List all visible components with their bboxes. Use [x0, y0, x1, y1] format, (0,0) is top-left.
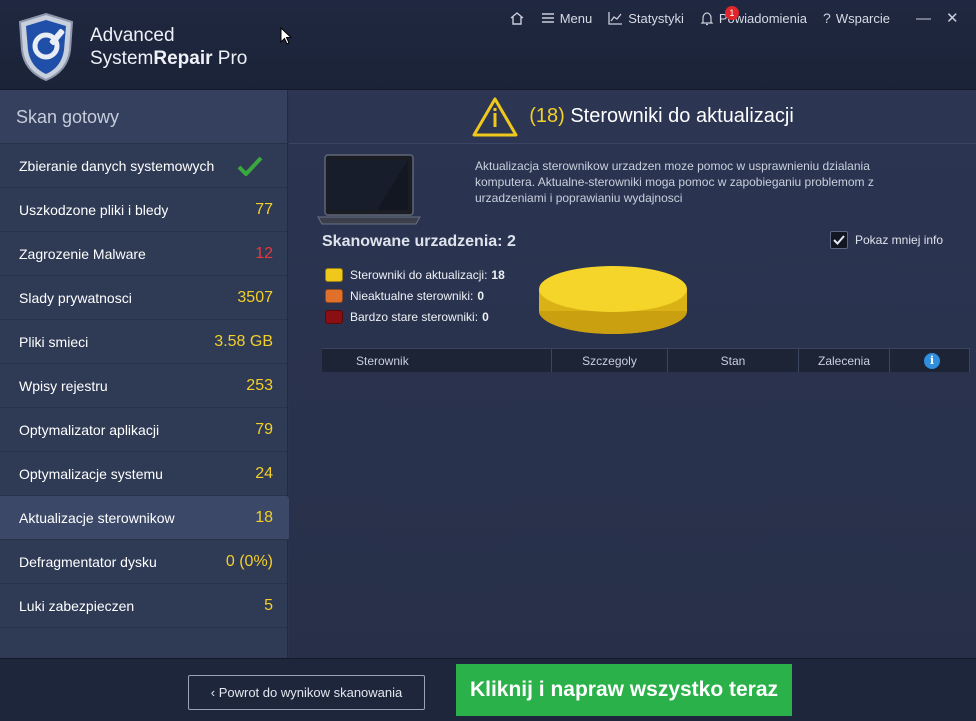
driver-pie-chart — [539, 266, 687, 334]
sidebar: Skan gotowy Zbieranie danych systemowych… — [0, 90, 307, 658]
support-button[interactable]: ? Wsparcie — [823, 10, 890, 26]
sidebar-item-registry[interactable]: Wpisy rejestru 253 — [0, 364, 287, 408]
menu-label: Menu — [559, 10, 593, 26]
sidebar-item-label: Slady prywatnosci — [19, 289, 132, 306]
footer: ‹ Powrot do wynikow skanowania Kliknij i… — [0, 658, 976, 721]
info-icon[interactable]: i — [924, 353, 940, 369]
sidebar-item-label: Defragmentator dysku — [19, 553, 157, 570]
legend-item-to-update: Sterowniki do aktualizacji: 18 — [325, 264, 505, 285]
sidebar-title: Skan gotowy — [0, 90, 287, 144]
chevron-left-icon: ‹ — [210, 685, 216, 700]
app-name: Advanced SystemRepair Pro — [90, 25, 248, 69]
sidebar-item-value: 3507 — [237, 288, 273, 306]
sidebar-item-value: 12 — [255, 244, 273, 262]
close-button[interactable]: ✕ — [946, 9, 976, 27]
support-label: Wsparcie — [835, 10, 890, 26]
legend-swatch — [325, 288, 343, 303]
col-details: Szczegoly — [552, 349, 668, 372]
menu-button[interactable]: Menu — [541, 10, 593, 26]
notification-badge: 1 — [724, 5, 739, 20]
sidebar-item-label: Optymalizacje systemu — [19, 465, 163, 482]
laptop-icon — [317, 154, 421, 225]
minimize-button[interactable]: — — [916, 10, 946, 27]
main-panel: (18) Sterowniki do aktualizacji Aktualiz… — [289, 90, 976, 658]
drivers-table-header: Sterownik Szczegoly Stan Zalecenia i — [322, 348, 970, 372]
legend-item-outdated: Nieaktualne sterowniki: 0 — [325, 285, 505, 306]
sidebar-item-value: 79 — [255, 420, 273, 438]
sidebar-item-label: Zagrozenie Malware — [19, 245, 146, 262]
fix-all-button[interactable]: Kliknij i napraw wszystko teraz — [456, 664, 792, 716]
legend-item-very-old: Bardzo stare sterowniki: 0 — [325, 306, 505, 327]
checkmark-icon — [833, 235, 845, 245]
top-navigation: Menu Statystyki 1 Powiadomienia ? Wsparc… — [493, 5, 976, 28]
chart-line-icon — [608, 12, 623, 25]
sidebar-item-damaged-files[interactable]: Uszkodzone pliki i bledy 77 — [0, 188, 287, 232]
sidebar-item-value: 77 — [255, 200, 273, 218]
bell-icon — [700, 11, 714, 25]
statistics-label: Statystyki — [628, 10, 684, 26]
sidebar-item-value: 5 — [264, 596, 273, 614]
statistics-button[interactable]: Statystyki — [608, 11, 684, 26]
description-text: Aktualizacja sterownikow urzadzen moze p… — [475, 159, 874, 205]
sidebar-item-app-optimizer[interactable]: Optymalizator aplikacji 79 — [0, 408, 287, 452]
mouse-cursor-icon — [280, 27, 292, 45]
check-icon — [237, 156, 263, 176]
sidebar-item-security-holes[interactable]: Luki zabezpieczen 5 — [0, 584, 287, 628]
notifications-button[interactable]: 1 Powiadomienia — [700, 5, 807, 26]
warning-icon — [472, 97, 518, 136]
sidebar-item-label: Wpisy rejestru — [19, 377, 108, 394]
sidebar-item-system-data[interactable]: Zbieranie danych systemowych — [0, 144, 287, 188]
sidebar-item-label: Pliki smieci — [19, 333, 89, 350]
sidebar-item-label: Zbieranie danych systemowych — [19, 157, 215, 174]
sidebar-item-junk-files[interactable]: Pliki smieci 3.58 GB — [0, 320, 287, 364]
sidebar-item-driver-updates[interactable]: Aktualizacje sterownikow 18 — [0, 496, 307, 540]
home-icon — [510, 11, 524, 25]
legend-swatch — [325, 309, 343, 324]
question-icon: ? — [823, 10, 831, 26]
col-status: Stan — [668, 349, 799, 372]
driver-count: (18) — [529, 105, 565, 127]
show-less-info-checkbox[interactable]: Pokaz mniej info — [830, 231, 943, 249]
col-driver: Sterownik — [322, 349, 552, 372]
sidebar-item-value: 18 — [255, 508, 273, 526]
sidebar-item-defragmenter[interactable]: Defragmentator dysku 0 (0%) — [0, 540, 287, 584]
sidebar-item-malware[interactable]: Zagrozenie Malware 12 — [0, 232, 287, 276]
sidebar-item-privacy[interactable]: Slady prywatnosci 3507 — [0, 276, 287, 320]
legend: Sterowniki do aktualizacji: 18 Nieaktualn… — [325, 264, 505, 327]
legend-swatch — [325, 267, 343, 282]
sidebar-item-value: 3.58 GB — [214, 332, 273, 350]
sidebar-item-value: 24 — [255, 464, 273, 482]
col-recommendations: Zalecenia — [799, 349, 890, 372]
main-title-bar: (18) Sterowniki do aktualizacji — [289, 90, 976, 144]
hamburger-icon — [541, 13, 554, 23]
page-title: (18) Sterowniki do aktualizacji — [529, 105, 794, 127]
sidebar-item-label: Luki zabezpieczen — [19, 597, 135, 614]
checkbox-box[interactable] — [830, 231, 848, 249]
sidebar-item-value: 0 (0%) — [225, 552, 273, 570]
scanned-devices: Skanowane urzadzenia: 2 — [322, 233, 516, 250]
home-button[interactable] — [509, 11, 525, 26]
sidebar-item-system-optimizations[interactable]: Optymalizacje systemu 24 — [0, 452, 287, 496]
shield-logo-icon — [18, 12, 74, 82]
title-bar: Advanced SystemRepair Pro Menu Statystyk… — [0, 0, 976, 90]
sidebar-item-label: Aktualizacje sterownikow — [19, 509, 175, 526]
sidebar-item-label: Optymalizator aplikacji — [19, 421, 160, 438]
back-to-results-button[interactable]: ‹ Powrot do wynikow skanowania — [188, 675, 425, 710]
show-less-info-label: Pokaz mniej info — [855, 233, 944, 247]
sidebar-item-value: 253 — [246, 376, 273, 394]
sidebar-item-label: Uszkodzone pliki i bledy — [19, 201, 169, 218]
